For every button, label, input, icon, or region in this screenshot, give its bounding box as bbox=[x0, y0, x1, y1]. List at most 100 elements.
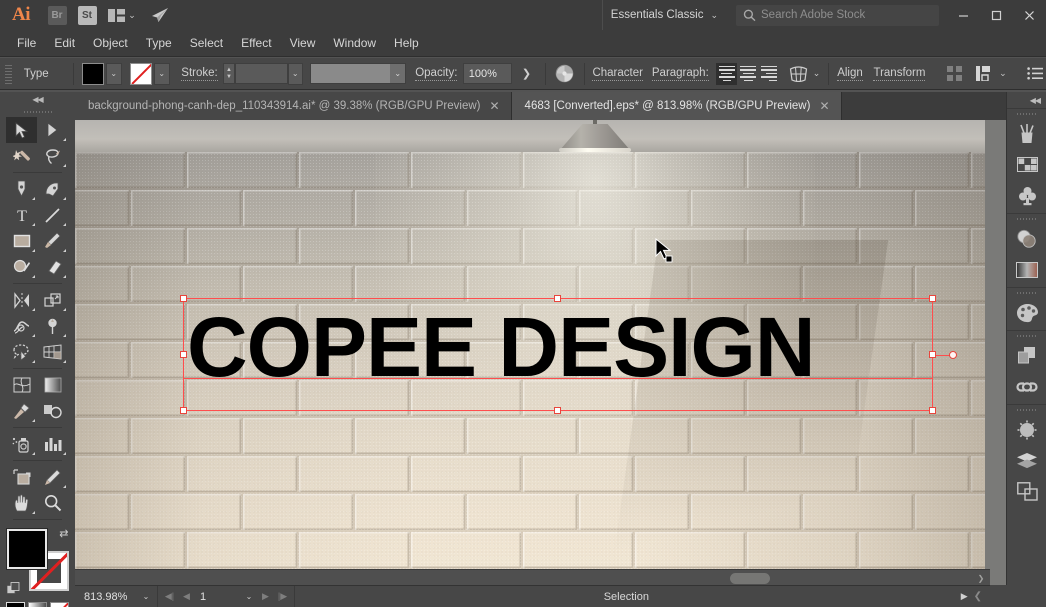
swap-fill-stroke-icon[interactable]: ⇄ bbox=[59, 527, 68, 540]
menu-file[interactable]: File bbox=[8, 32, 45, 54]
recolor-artwork-button[interactable] bbox=[554, 62, 575, 86]
paintbrush-tool[interactable] bbox=[37, 228, 68, 254]
artboard-tool[interactable] bbox=[6, 464, 37, 490]
opacity-label[interactable]: Opacity: bbox=[415, 67, 458, 81]
gradient-panel-button[interactable] bbox=[1007, 254, 1046, 285]
artboard-number-field[interactable]: 1 bbox=[195, 591, 241, 603]
panel-options-button[interactable] bbox=[1025, 62, 1046, 86]
menu-view[interactable]: View bbox=[281, 32, 325, 54]
dock-group-grip[interactable] bbox=[1007, 288, 1046, 297]
rotate-tool[interactable] bbox=[6, 287, 37, 313]
distribute-dropdown[interactable]: ⌄ bbox=[999, 68, 1007, 79]
selection-handle-ml[interactable] bbox=[180, 351, 187, 358]
align-right-button[interactable] bbox=[758, 62, 781, 85]
shaper-tool[interactable] bbox=[6, 254, 37, 280]
search-adobe-stock-input[interactable]: Search Adobe Stock bbox=[736, 4, 939, 26]
fill-swatch-large[interactable] bbox=[5, 528, 48, 570]
next-artboard-button[interactable]: ▶ bbox=[257, 591, 274, 602]
minimize-button[interactable] bbox=[947, 0, 980, 30]
align-panel-link[interactable]: Align bbox=[837, 67, 863, 81]
stroke-weight-dropdown[interactable]: ⌄ bbox=[288, 62, 303, 85]
previous-artboard-button[interactable]: ◀ bbox=[178, 591, 195, 602]
menu-window[interactable]: Window bbox=[324, 32, 385, 54]
zoom-tool[interactable] bbox=[37, 490, 68, 516]
direct-selection-tool[interactable] bbox=[37, 117, 68, 143]
first-artboard-button[interactable]: ◀| bbox=[161, 591, 178, 602]
character-link[interactable]: Character bbox=[592, 67, 643, 81]
align-left-button[interactable] bbox=[715, 62, 738, 85]
arrange-objects-button[interactable] bbox=[945, 62, 966, 86]
horizontal-scroll-thumb[interactable] bbox=[730, 573, 770, 584]
workspace-switcher[interactable]: Essentials Classic ⌄ bbox=[601, 0, 726, 30]
last-artboard-button[interactable]: |▶ bbox=[274, 591, 291, 602]
default-fill-stroke-button[interactable] bbox=[6, 582, 20, 595]
envelope-dropdown[interactable]: ⌄ bbox=[813, 68, 821, 79]
artboard[interactable]: COPEE DESIGN bbox=[75, 120, 985, 585]
perspective-grid-tool[interactable] bbox=[37, 339, 68, 365]
selection-handle-mr[interactable] bbox=[929, 351, 936, 358]
menu-object[interactable]: Object bbox=[84, 32, 137, 54]
curvature-tool[interactable] bbox=[37, 176, 68, 202]
stroke-profile-field[interactable]: ⌄ bbox=[309, 63, 407, 84]
opacity-more-button[interactable]: ❯ bbox=[516, 62, 537, 86]
distribute-button[interactable] bbox=[974, 62, 995, 86]
links-panel-button[interactable] bbox=[1007, 371, 1046, 402]
horizontal-scrollbar[interactable]: ❯ bbox=[75, 569, 990, 585]
zoom-level-dropdown[interactable]: ⌄ bbox=[138, 592, 154, 601]
artwork-text-object[interactable]: COPEE DESIGN bbox=[187, 305, 815, 389]
home-button[interactable] bbox=[142, 0, 176, 30]
layers-panel-button[interactable] bbox=[1007, 445, 1046, 476]
fill-control[interactable]: ⌄ bbox=[81, 62, 122, 85]
dock-group-grip[interactable] bbox=[1007, 109, 1046, 118]
pen-tool[interactable] bbox=[6, 176, 37, 202]
color-mode-button[interactable] bbox=[6, 602, 25, 607]
paragraph-link[interactable]: Paragraph: bbox=[651, 67, 709, 81]
status-collapse-button[interactable]: ❮ bbox=[974, 591, 990, 602]
hand-tool[interactable] bbox=[6, 490, 37, 516]
swatches-panel-button[interactable] bbox=[1007, 149, 1046, 180]
mesh-tool[interactable] bbox=[6, 372, 37, 398]
gradient-mode-button[interactable] bbox=[28, 602, 47, 607]
stock-button[interactable]: St bbox=[72, 0, 102, 30]
artboard-dropdown[interactable]: ⌄ bbox=[241, 592, 257, 601]
stroke-weight-field[interactable] bbox=[234, 63, 288, 84]
menu-type[interactable]: Type bbox=[137, 32, 181, 54]
selection-tool[interactable] bbox=[6, 117, 37, 143]
pathfinder-panel-button[interactable] bbox=[1007, 340, 1046, 371]
magic-wand-tool[interactable] bbox=[6, 143, 37, 169]
selection-handle-bc[interactable] bbox=[554, 407, 561, 414]
shape-builder-tool[interactable] bbox=[6, 339, 37, 365]
rectangle-tool[interactable] bbox=[6, 228, 37, 254]
document-tab-2[interactable]: 4683 [Converted].eps* @ 813.98% (RGB/GPU… bbox=[511, 92, 842, 120]
stroke-weight-label[interactable]: Stroke: bbox=[181, 67, 218, 81]
selection-handle-bl[interactable] bbox=[180, 407, 187, 414]
selection-handle-tl[interactable] bbox=[180, 295, 187, 302]
blend-tool[interactable] bbox=[37, 398, 68, 424]
document-tab-1[interactable]: background-phong-canh-dep_110343914.ai* … bbox=[75, 92, 512, 120]
stroke-weight-stepper[interactable]: ▲ ▼ bbox=[223, 63, 235, 84]
maximize-button[interactable] bbox=[980, 0, 1013, 30]
make-envelope-button[interactable] bbox=[787, 62, 808, 86]
lasso-tool[interactable] bbox=[37, 143, 68, 169]
align-center-button[interactable] bbox=[737, 62, 759, 85]
eyedropper-tool[interactable] bbox=[6, 398, 37, 424]
type-tool[interactable]: T bbox=[6, 202, 37, 228]
artboards-panel-button[interactable] bbox=[1007, 476, 1046, 507]
tools-panel-grip[interactable] bbox=[0, 107, 75, 117]
selection-handle-br[interactable] bbox=[929, 407, 936, 414]
rotation-handle[interactable] bbox=[949, 350, 957, 359]
dock-group-grip[interactable] bbox=[1007, 405, 1046, 414]
scroll-right-button[interactable]: ❯ bbox=[974, 570, 988, 586]
selection-handle-tr[interactable] bbox=[929, 295, 936, 302]
zoom-level-field[interactable]: 813.98% bbox=[80, 588, 138, 605]
selection-handle-tc[interactable] bbox=[554, 295, 561, 302]
arrange-documents-button[interactable]: ⌄ bbox=[102, 0, 142, 30]
color-panel-button[interactable] bbox=[1007, 297, 1046, 328]
slice-tool[interactable] bbox=[37, 464, 68, 490]
menu-select[interactable]: Select bbox=[181, 32, 232, 54]
transform-panel-link[interactable]: Transform bbox=[873, 67, 926, 81]
brushes-panel-button[interactable] bbox=[1007, 118, 1046, 149]
column-graph-tool[interactable] bbox=[37, 431, 68, 457]
menu-help[interactable]: Help bbox=[385, 32, 428, 54]
symbol-sprayer-tool[interactable] bbox=[6, 431, 37, 457]
